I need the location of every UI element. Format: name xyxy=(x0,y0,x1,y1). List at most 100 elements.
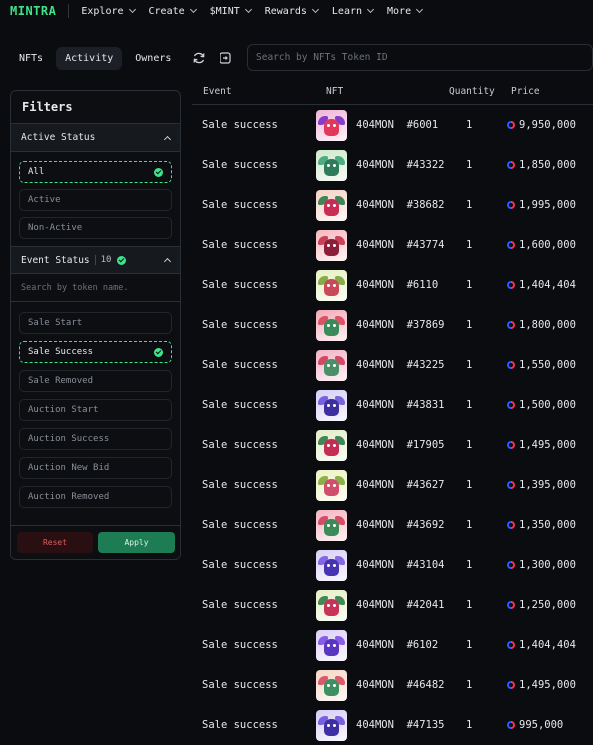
table-row[interactable]: Sale success 404MON #46482 1 1,495,000 xyxy=(192,665,593,705)
table-row[interactable]: Sale success 404MON #43627 1 1,395,000 xyxy=(192,465,593,505)
row-nft[interactable]: 404MON #43322 xyxy=(316,149,466,181)
table-row[interactable]: Sale success 404MON #43774 1 1,600,000 xyxy=(192,225,593,265)
nft-thumbnail[interactable] xyxy=(316,389,347,421)
table-header: Event NFT Quantity Price xyxy=(192,78,593,105)
nft-thumbnail[interactable] xyxy=(316,309,347,341)
nft-name[interactable]: 404MON #43104 xyxy=(356,559,445,571)
row-nft[interactable]: 404MON #46482 xyxy=(316,669,466,701)
token-id-search[interactable] xyxy=(247,44,593,71)
tab-nfts[interactable]: NFTs xyxy=(10,47,52,70)
nft-name[interactable]: 404MON #43831 xyxy=(356,399,445,411)
row-nft[interactable]: 404MON #43774 xyxy=(316,229,466,261)
row-quantity: 1 xyxy=(466,439,473,451)
column-header-price: Price xyxy=(511,85,540,97)
active-status-option-all[interactable]: All xyxy=(19,161,172,183)
event-option-auction-removed[interactable]: Auction Removed xyxy=(19,486,172,508)
nft-name[interactable]: 404MON #47135 xyxy=(356,719,445,731)
nft-thumbnail[interactable] xyxy=(316,709,347,741)
refresh-icon[interactable] xyxy=(190,49,208,67)
table-row[interactable]: Sale success 404MON #43322 1 1,850,000 xyxy=(192,145,593,185)
row-nft[interactable]: 404MON #43627 xyxy=(316,469,466,501)
active-status-option-non-active[interactable]: Non-Active xyxy=(19,217,172,239)
nft-thumbnail[interactable] xyxy=(316,469,347,501)
event-option-auction-success[interactable]: Auction Success xyxy=(19,428,172,450)
nft-name[interactable]: 404MON #17905 xyxy=(356,439,445,451)
nft-name[interactable]: 404MON #43692 xyxy=(356,519,445,531)
nft-thumbnail[interactable] xyxy=(316,269,347,301)
active-status-option-active[interactable]: Active xyxy=(19,189,172,211)
event-option-auction-new-bid[interactable]: Auction New Bid xyxy=(19,457,172,479)
nav-rewards[interactable]: Rewards xyxy=(265,6,319,17)
table-row[interactable]: Sale success 404MON #43225 1 1,550,000 xyxy=(192,345,593,385)
tab-activity[interactable]: Activity xyxy=(56,46,123,70)
nav-explore[interactable]: Explore xyxy=(81,6,136,17)
nft-name[interactable]: 404MON #46482 xyxy=(356,679,445,691)
nft-name[interactable]: 404MON #43322 xyxy=(356,159,445,171)
nft-thumbnail[interactable] xyxy=(316,429,347,461)
event-option-sale-success[interactable]: Sale Success xyxy=(19,341,172,363)
row-nft[interactable]: 404MON #6110 xyxy=(316,269,466,301)
row-nft[interactable]: 404MON #6102 xyxy=(316,629,466,661)
row-nft[interactable]: 404MON #43225 xyxy=(316,349,466,381)
nav-mint[interactable]: $MINT xyxy=(210,6,252,17)
table-row[interactable]: Sale success 404MON #43104 1 1,300,000 xyxy=(192,545,593,585)
active-status-header[interactable]: Active Status xyxy=(11,124,180,152)
table-row[interactable]: Sale success 404MON #43692 1 1,350,000 xyxy=(192,505,593,545)
nft-name[interactable]: 404MON #43774 xyxy=(356,239,445,251)
panel-toggle-icon[interactable] xyxy=(216,49,234,67)
nft-name[interactable]: 404MON #37869 xyxy=(356,319,445,331)
nft-thumbnail[interactable] xyxy=(316,229,347,261)
nft-name[interactable]: 404MON #38682 xyxy=(356,199,445,211)
nft-thumbnail[interactable] xyxy=(316,629,347,661)
nft-thumbnail[interactable] xyxy=(316,509,347,541)
row-nft[interactable]: 404MON #43104 xyxy=(316,549,466,581)
nft-thumbnail[interactable] xyxy=(316,189,347,221)
table-row[interactable]: Sale success 404MON #43831 1 1,500,000 xyxy=(192,385,593,425)
row-nft[interactable]: 404MON #47135 xyxy=(316,709,466,741)
event-status-header[interactable]: Event Status 10 xyxy=(11,246,180,274)
row-quantity: 1 xyxy=(466,399,473,411)
nft-name[interactable]: 404MON #6110 xyxy=(356,279,438,291)
nft-thumbnail[interactable] xyxy=(316,549,347,581)
event-option-sale-removed[interactable]: Sale Removed xyxy=(19,370,172,392)
nft-thumbnail[interactable] xyxy=(316,349,347,381)
nft-name[interactable]: 404MON #43225 xyxy=(356,359,445,371)
table-row[interactable]: Sale success 404MON #6102 1 1,404,404 xyxy=(192,625,593,665)
nft-thumbnail[interactable] xyxy=(316,589,347,621)
reset-button[interactable]: Reset xyxy=(17,532,93,553)
price-value: 1,250,000 xyxy=(519,599,576,611)
nft-thumbnail[interactable] xyxy=(316,669,347,701)
table-row[interactable]: Sale success 404MON #37869 1 1,800,000 xyxy=(192,305,593,345)
row-nft[interactable]: 404MON #43831 xyxy=(316,389,466,421)
table-row[interactable]: Sale success 404MON #38682 1 1,995,000 xyxy=(192,185,593,225)
nft-name[interactable]: 404MON #42041 xyxy=(356,599,445,611)
event-option-sale-start[interactable]: Sale Start xyxy=(19,312,172,334)
tab-owners[interactable]: Owners xyxy=(126,47,180,70)
option-label: Auction New Bid xyxy=(28,463,110,473)
row-quantity: 1 xyxy=(466,319,473,331)
nav-learn[interactable]: Learn xyxy=(332,6,375,17)
nav-create[interactable]: Create xyxy=(149,6,197,17)
row-nft[interactable]: 404MON #17905 xyxy=(316,429,466,461)
nft-name[interactable]: 404MON #6102 xyxy=(356,639,438,651)
table-row[interactable]: Sale success 404MON #42041 1 1,250,000 xyxy=(192,585,593,625)
row-nft[interactable]: 404MON #42041 xyxy=(316,589,466,621)
row-nft[interactable]: 404MON #38682 xyxy=(316,189,466,221)
brand-logo[interactable]: MINTRA xyxy=(10,4,56,18)
table-row[interactable]: Sale success 404MON #17905 1 1,495,000 xyxy=(192,425,593,465)
nft-thumbnail[interactable] xyxy=(316,149,347,181)
nft-thumbnail[interactable] xyxy=(316,109,347,141)
table-row[interactable]: Sale success 404MON #6001 1 9,950,000 xyxy=(192,105,593,145)
nav-more[interactable]: More xyxy=(387,6,424,17)
table-row[interactable]: Sale success 404MON #47135 1 995,000 xyxy=(192,705,593,745)
apply-button[interactable]: Apply xyxy=(98,532,175,553)
row-nft[interactable]: 404MON #6001 xyxy=(316,109,466,141)
nft-name[interactable]: 404MON #43627 xyxy=(356,479,445,491)
row-nft[interactable]: 404MON #37869 xyxy=(316,309,466,341)
row-nft[interactable]: 404MON #43692 xyxy=(316,509,466,541)
search-input[interactable] xyxy=(256,52,592,63)
token-name-search[interactable]: Search by token name. xyxy=(11,274,180,302)
event-option-auction-start[interactable]: Auction Start xyxy=(19,399,172,421)
table-row[interactable]: Sale success 404MON #6110 1 1,404,404 xyxy=(192,265,593,305)
nft-name[interactable]: 404MON #6001 xyxy=(356,119,438,131)
